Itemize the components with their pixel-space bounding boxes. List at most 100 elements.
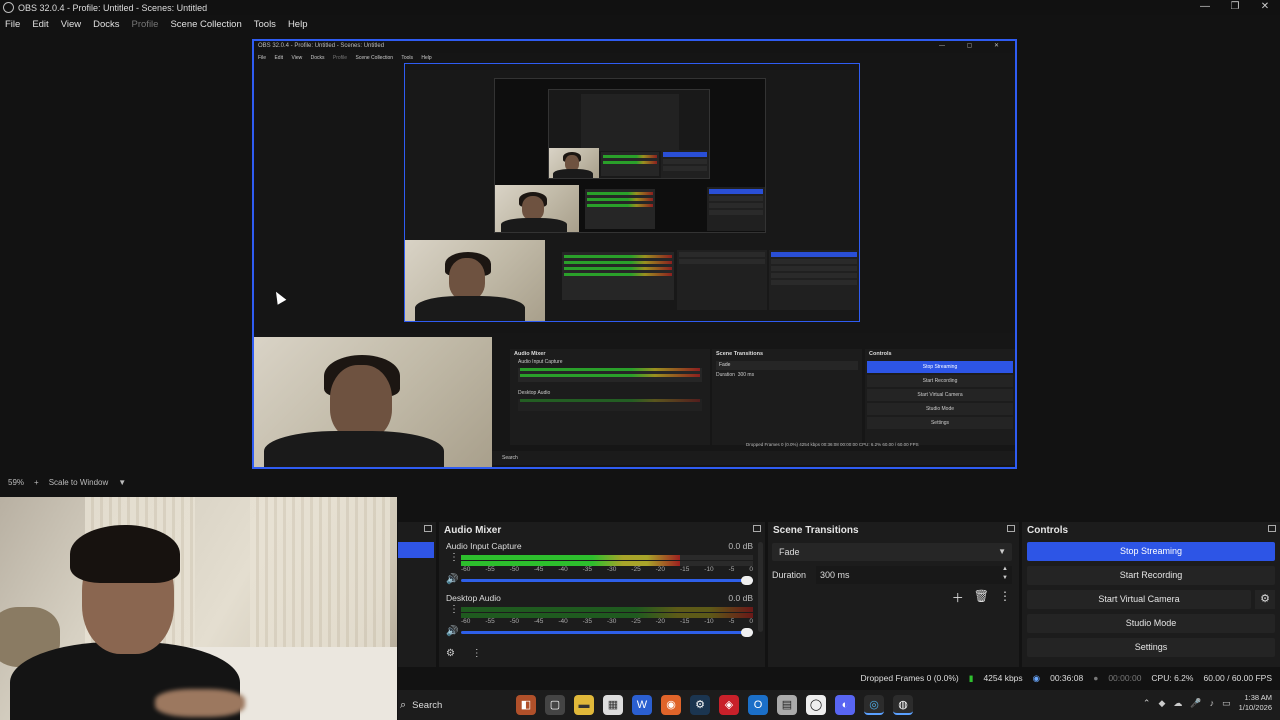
source-menu-icon[interactable]: ⋮ bbox=[449, 552, 459, 563]
start-recording-button[interactable]: Start Recording bbox=[1027, 566, 1275, 585]
speaker-icon[interactable]: 🔊 bbox=[446, 574, 458, 585]
settings-button[interactable]: Settings bbox=[1027, 638, 1275, 657]
bitrate: 4254 kbps bbox=[983, 673, 1023, 683]
scene-item-selected[interactable] bbox=[398, 542, 434, 558]
captured-menu-profile: Profile bbox=[332, 55, 348, 61]
add-icon[interactable]: ＋ bbox=[952, 589, 964, 606]
speaker-icon[interactable]: 🔊 bbox=[446, 626, 458, 637]
widgets-icon[interactable]: ◧ bbox=[516, 695, 536, 715]
app-icon[interactable]: ▤ bbox=[777, 695, 797, 715]
mixer-source: Desktop Audio 0.0 dB ⋮ -60 -55 -50 -45 -40 -3… bbox=[439, 590, 765, 642]
zoom-dropdown-icon[interactable]: ▼ bbox=[118, 478, 126, 487]
zoom-level[interactable]: 59% bbox=[8, 478, 24, 487]
taskbar-search[interactable]: ⌕ Search bbox=[398, 693, 510, 717]
close-button[interactable]: ✕ bbox=[1250, 0, 1280, 15]
steam-icon[interactable]: ⚙ bbox=[690, 695, 710, 715]
chrome-icon[interactable]: ◎ bbox=[864, 695, 884, 715]
nested-preview-level4 bbox=[581, 94, 679, 151]
meter-tick-label: -5 bbox=[728, 618, 735, 625]
menu-view[interactable]: View bbox=[61, 19, 81, 30]
captured-scene-transitions: Scene Transitions Fade Duration 300 ms bbox=[712, 349, 862, 445]
meter-tick-label: -45 bbox=[533, 566, 544, 573]
window-title: OBS 32.0.4 - Profile: Untitled - Scenes:… bbox=[18, 2, 208, 13]
stream-time: 00:36:08 bbox=[1050, 673, 1084, 683]
firefox-icon[interactable]: ◉ bbox=[661, 695, 681, 715]
nested-meters bbox=[601, 152, 659, 176]
clock[interactable]: 1:38 AM 1/10/2026 bbox=[1239, 693, 1272, 713]
github-icon[interactable]: ◯ bbox=[806, 695, 826, 715]
menu-help[interactable]: Help bbox=[288, 19, 308, 30]
taskbar-search-label: Search bbox=[412, 699, 443, 711]
zoom-in-icon[interactable]: + bbox=[34, 478, 39, 487]
volume-slider-knob[interactable] bbox=[741, 576, 753, 585]
stop-streaming-button[interactable]: Stop Streaming bbox=[1027, 542, 1275, 561]
captured-title: OBS 32.0.4 - Profile: Untitled - Scenes:… bbox=[258, 43, 385, 49]
file-explorer-icon[interactable]: ▬ bbox=[574, 695, 594, 715]
level1-webcam-thumb bbox=[405, 240, 545, 321]
store-icon[interactable]: ▦ bbox=[603, 695, 623, 715]
transition-tools: ＋ 🗑 ⋮ bbox=[952, 589, 1011, 606]
duration-field[interactable]: 300 ms ▲ ▼ bbox=[816, 566, 1012, 584]
cloud-icon[interactable]: ☁ bbox=[1173, 698, 1182, 709]
mixer-scrollbar[interactable] bbox=[758, 542, 763, 632]
minimize-button[interactable]: — bbox=[1190, 0, 1220, 15]
duration-label: Duration bbox=[772, 570, 807, 580]
preview-canvas[interactable]: OBS 32.0.4 - Profile: Untitled - Scenes:… bbox=[0, 33, 1280, 475]
network-icon[interactable]: ▭ bbox=[1222, 698, 1231, 709]
undock-icon[interactable] bbox=[1007, 525, 1015, 532]
captured-controls-title: Controls bbox=[869, 351, 892, 357]
scale-to-window[interactable]: Scale to Window bbox=[49, 478, 109, 487]
spin-arrows-icon[interactable]: ▲ ▼ bbox=[1002, 565, 1008, 583]
menu-bar: File Edit View Docks Profile Scene Colle… bbox=[0, 15, 1280, 33]
transition-menu-icon[interactable]: ⋮ bbox=[999, 589, 1011, 606]
transition-select-value: Fade bbox=[779, 547, 800, 557]
clock-date: 1/10/2026 bbox=[1238, 703, 1272, 712]
undock-icon[interactable] bbox=[1268, 525, 1276, 532]
captured-settings: Settings bbox=[867, 417, 1013, 429]
speaker-tray-icon[interactable]: ♪ bbox=[1210, 698, 1215, 708]
start-virtual-camera-button[interactable]: Start Virtual Camera bbox=[1027, 590, 1251, 609]
mixer-menu-icon[interactable]: ⋮ bbox=[472, 648, 482, 659]
meter-tick-label: -25 bbox=[631, 566, 641, 573]
menu-file[interactable]: File bbox=[5, 19, 20, 30]
captured-menu-bar: File Edit View Docks Profile Scene Colle… bbox=[254, 53, 1015, 63]
task-view-icon[interactable]: ▢ bbox=[545, 695, 565, 715]
captured-menu-edit: Edit bbox=[274, 55, 284, 61]
cpu-usage: CPU: 6.2% bbox=[1151, 673, 1194, 683]
mic-icon[interactable]: 🎤 bbox=[1190, 698, 1201, 709]
captured-title-bar: OBS 32.0.4 - Profile: Untitled - Scenes:… bbox=[254, 41, 1015, 53]
volume-slider[interactable] bbox=[461, 628, 753, 637]
source-menu-icon[interactable]: ⋮ bbox=[449, 604, 459, 615]
menu-docks[interactable]: Docks bbox=[93, 19, 119, 30]
meter-tick-label: -35 bbox=[582, 618, 593, 625]
captured-fade-select: Fade bbox=[716, 361, 858, 370]
maximize-button[interactable]: ❐ bbox=[1220, 0, 1250, 15]
title-bar: OBS 32.0.4 - Profile: Untitled - Scenes:… bbox=[0, 0, 1280, 15]
undock-icon[interactable] bbox=[424, 525, 432, 532]
outlook-icon[interactable]: O bbox=[748, 695, 768, 715]
transition-select[interactable]: Fade ▼ bbox=[772, 543, 1012, 561]
chevron-up-icon[interactable]: ⌃ bbox=[1143, 698, 1151, 709]
nested-buttons bbox=[661, 150, 709, 178]
meter-tick-label: -40 bbox=[558, 566, 568, 573]
captured-audio-mixer: Audio Mixer Audio Input Capture Desktop … bbox=[510, 349, 710, 445]
trash-icon[interactable]: 🗑 bbox=[974, 589, 989, 606]
studio-mode-button[interactable]: Studio Mode bbox=[1027, 614, 1275, 633]
menu-tools[interactable]: Tools bbox=[254, 19, 276, 30]
tray-app-icon[interactable]: ◆ bbox=[1158, 698, 1165, 709]
menu-edit[interactable]: Edit bbox=[32, 19, 48, 30]
meter-tick-label: -30 bbox=[606, 566, 617, 573]
shield-icon[interactable]: ◈ bbox=[719, 695, 739, 715]
volume-slider[interactable] bbox=[461, 576, 753, 585]
word-icon[interactable]: W bbox=[632, 695, 652, 715]
discord-icon[interactable]: ◐ bbox=[835, 695, 855, 715]
menu-profile[interactable]: Profile bbox=[132, 19, 159, 30]
captured-taskbar-search: Search bbox=[502, 455, 518, 461]
gear-icon[interactable]: ⚙ bbox=[1255, 590, 1275, 609]
undock-icon[interactable] bbox=[753, 525, 761, 532]
obs-icon[interactable]: ◍ bbox=[893, 695, 913, 715]
nested-preview-level2 bbox=[494, 78, 766, 233]
advanced-audio-icon[interactable]: ⚙ bbox=[446, 648, 455, 659]
volume-slider-knob[interactable] bbox=[741, 628, 753, 637]
menu-scene-collection[interactable]: Scene Collection bbox=[170, 19, 241, 30]
